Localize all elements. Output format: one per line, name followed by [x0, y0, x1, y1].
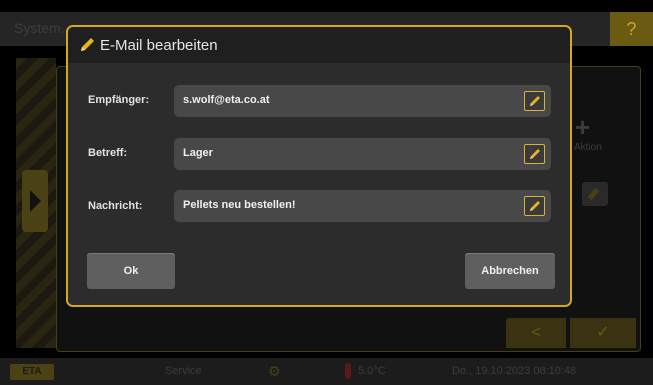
aktion-label: Aktion	[574, 142, 602, 153]
subject-edit-button[interactable]	[524, 144, 545, 164]
subject-value: Lager	[183, 147, 213, 159]
back-button[interactable]: <	[506, 318, 566, 348]
add-action-icon[interactable]: +	[575, 112, 590, 143]
recipient-label: Empfänger:	[88, 94, 150, 106]
background-edit-button[interactable]	[582, 182, 608, 206]
dialog-header: E-Mail bearbeiten	[68, 27, 570, 63]
eta-logo[interactable]: ETA	[10, 364, 54, 380]
ok-button[interactable]: Ok	[87, 253, 175, 289]
date-time: Do., 19.10.2023 08:10:48	[452, 365, 577, 377]
chevron-right-icon	[30, 190, 41, 212]
status-bar: ETA Service ⚙ 5.0°C Do., 19.10.2023 08:1…	[0, 358, 653, 385]
pencil-icon	[530, 96, 540, 106]
pencil-icon	[530, 149, 540, 159]
dialog-body: Empfänger: s.wolf@eta.co.at Betreff: Lag…	[68, 63, 570, 305]
outside-temperature: 5.0°C	[358, 365, 386, 377]
pencil-icon	[530, 201, 540, 211]
heating-status-icon: ⚙	[268, 363, 281, 379]
dialog-title: E-Mail bearbeiten	[100, 37, 218, 54]
subject-label: Betreff:	[88, 147, 128, 159]
confirm-button[interactable]: ✓	[570, 318, 636, 348]
message-edit-button[interactable]	[524, 196, 545, 216]
topbar-title: System...	[14, 20, 73, 36]
message-value: Pellets neu bestellen!	[183, 199, 296, 211]
recipient-value: s.wolf@eta.co.at	[183, 94, 270, 106]
help-button[interactable]: ?	[610, 12, 653, 46]
thermometer-icon	[345, 363, 351, 379]
service-label: Service	[165, 365, 202, 377]
email-edit-dialog: E-Mail bearbeiten Empfänger: s.wolf@eta.…	[66, 25, 572, 307]
subject-field[interactable]: Lager	[174, 138, 551, 170]
message-field[interactable]: Pellets neu bestellen!	[174, 190, 551, 222]
recipient-edit-button[interactable]	[524, 91, 545, 111]
message-label: Nachricht:	[88, 200, 143, 212]
cancel-button[interactable]: Abbrechen	[465, 253, 555, 289]
recipient-field[interactable]: s.wolf@eta.co.at	[174, 85, 551, 117]
side-nav-button[interactable]	[22, 170, 48, 232]
screen: System... a... ? + Aktion < ✓ ETA Servic…	[0, 0, 653, 385]
pencil-icon	[81, 38, 94, 51]
